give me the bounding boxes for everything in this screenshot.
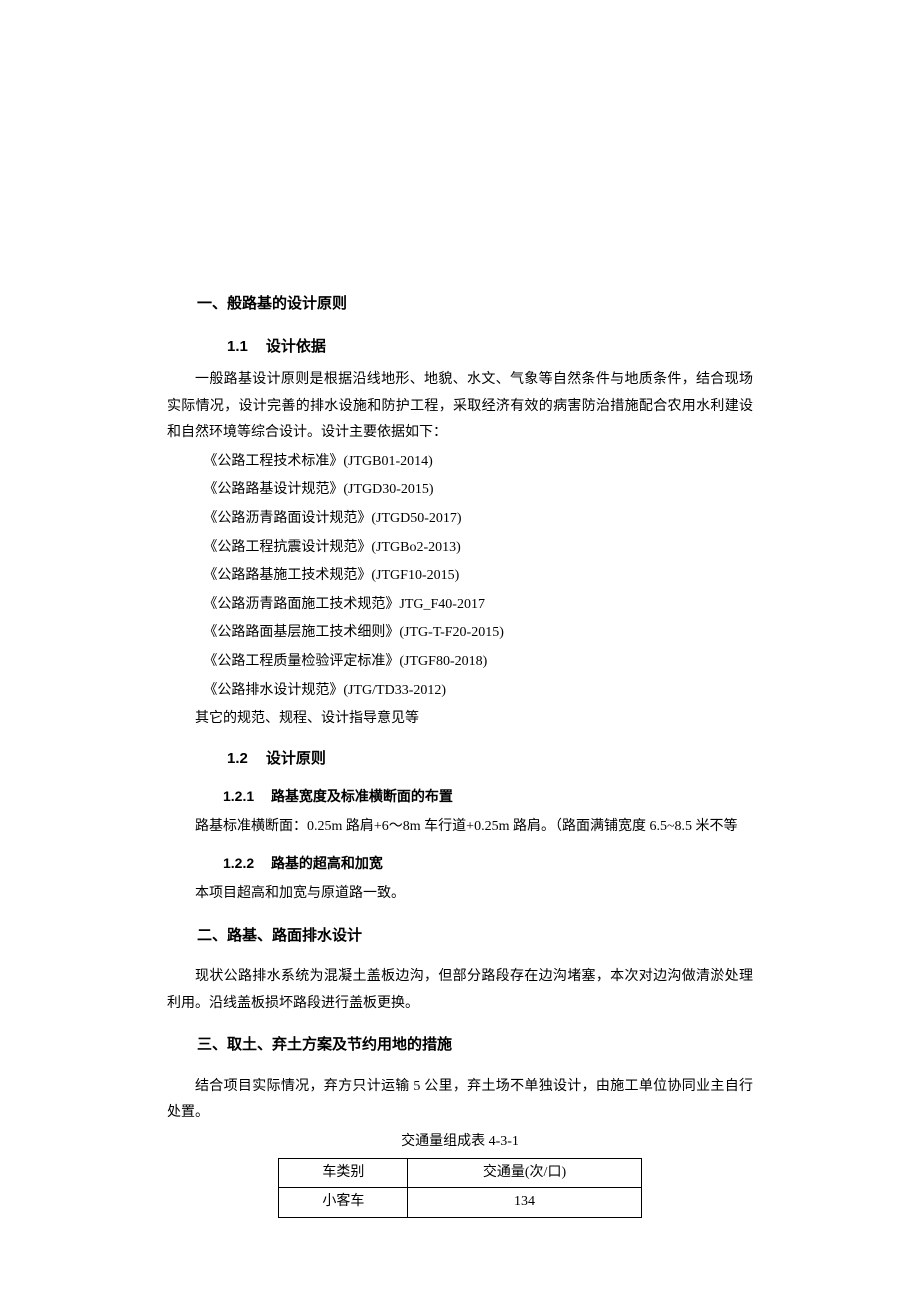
- reference-item: 《公路工程质量检验评定标准》(JTGF80-2018): [167, 649, 753, 676]
- reference-item: 《公路工程抗震设计规范》(JTGBo2-2013): [167, 535, 753, 562]
- reference-item: 《公路路基施工技术规范》(JTGF10-2015): [167, 563, 753, 590]
- heading-1-2-2: 1.2.2 路基的超高和加宽: [167, 850, 753, 877]
- heading-1-2-1: 1.2.1 路基宽度及标准横断面的布置: [167, 783, 753, 810]
- heading-section-1: 一、般路基的设计原则: [167, 290, 753, 319]
- heading-1-2-text: 设计原则: [266, 750, 326, 767]
- table-header-cell: 车类别: [279, 1158, 408, 1188]
- table-caption: 交通量组成表 4-3-1: [167, 1129, 753, 1156]
- heading-1-1: 1.1 设计依据: [167, 333, 753, 362]
- heading-1-1-num: 1.1: [197, 333, 248, 362]
- heading-1-2-2-text: 路基的超高和加宽: [271, 855, 383, 871]
- heading-1-2: 1.2 设计原则: [167, 745, 753, 774]
- reference-item: 《公路沥青路面施工技术规范》JTG_F40-2017: [167, 592, 753, 619]
- table-header-cell: 交通量(次/口): [408, 1158, 641, 1188]
- reference-item: 《公路排水设计规范》(JTG/TD33-2012): [167, 678, 753, 705]
- paragraph-1-2-1-body: 路基标准横断面：0.25m 路肩+6～8m 车行道+0.25m 路肩。（路面满铺…: [167, 814, 753, 841]
- paragraph-2-body: 现状公路排水系统为混凝土盖板边沟，但部分路段存在边沟堵塞，本次对边沟做清淤处理利…: [167, 964, 753, 1017]
- reference-item: 《公路工程技术标准》(JTGB01-2014): [167, 449, 753, 476]
- heading-1-2-2-num: 1.2.2: [195, 850, 254, 877]
- table-cell: 小客车: [279, 1188, 408, 1218]
- table-cell: 134: [408, 1188, 641, 1218]
- reference-item: 《公路路基设计规范》(JTGD30-2015): [167, 477, 753, 504]
- heading-1-2-num: 1.2: [197, 745, 248, 774]
- heading-section-3: 三、取土、弃土方案及节约用地的措施: [167, 1031, 753, 1060]
- paragraph-1-2-2-body: 本项目超高和加宽与原道路一致。: [167, 881, 753, 908]
- paragraph-3-body: 结合项目实际情况，弃方只计运输 5 公里，弃土场不单独设计，由施工单位协同业主自…: [167, 1074, 753, 1127]
- heading-1-2-1-text: 路基宽度及标准横断面的布置: [271, 788, 453, 804]
- heading-1-1-text: 设计依据: [266, 338, 326, 355]
- table-row: 小客车 134: [279, 1188, 641, 1218]
- paragraph-1-1-intro: 一般路基设计原则是根据沿线地形、地貌、水文、气象等自然条件与地质条件，结合现场实…: [167, 367, 753, 447]
- references-list: 《公路工程技术标准》(JTGB01-2014) 《公路路基设计规范》(JTGD3…: [167, 449, 753, 704]
- document-page: 一、般路基的设计原则 1.1 设计依据 一般路基设计原则是根据沿线地形、地貌、水文…: [0, 0, 920, 1301]
- table-header-row: 车类别 交通量(次/口): [279, 1158, 641, 1188]
- heading-section-2: 二、路基、路面排水设计: [167, 922, 753, 951]
- paragraph-1-1-tail: 其它的规范、规程、设计指导意见等: [167, 706, 753, 733]
- heading-1-2-1-num: 1.2.1: [195, 783, 254, 810]
- reference-item: 《公路沥青路面设计规范》(JTGD50-2017): [167, 506, 753, 533]
- reference-item: 《公路路面基层施工技术细则》(JTG-T-F20-2015): [167, 620, 753, 647]
- traffic-table: 车类别 交通量(次/口) 小客车 134: [278, 1158, 641, 1218]
